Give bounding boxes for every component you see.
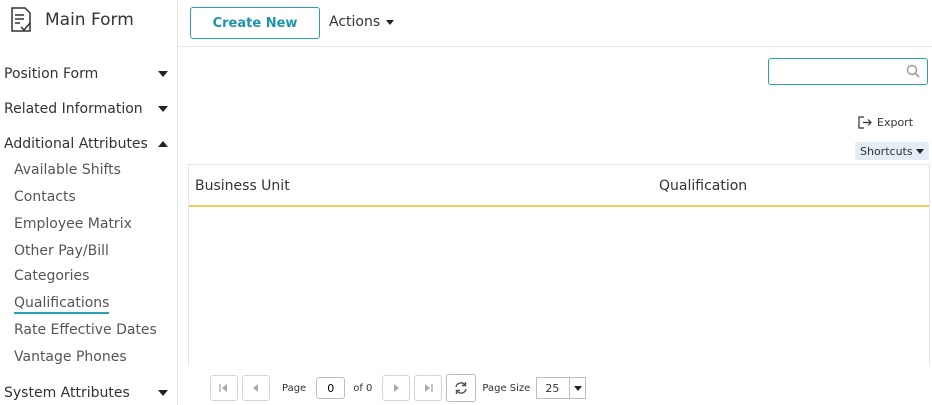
caret-down-icon (158, 390, 168, 396)
section-label: Position Form (4, 66, 99, 82)
export-icon (858, 116, 872, 129)
search-box (768, 58, 928, 85)
search-icon[interactable] (906, 64, 920, 78)
sidebar-item-categories[interactable]: Categories (14, 267, 89, 285)
pager: Page of 0 Page Size 25 (210, 374, 587, 402)
first-page-button[interactable] (210, 375, 238, 401)
sidebar-header: Main Form (10, 6, 134, 34)
form-check-icon (11, 7, 31, 32)
page-label: Page (282, 382, 307, 394)
sidebar-item-contacts[interactable]: Contacts (14, 188, 76, 206)
section-label: System Attributes (4, 385, 130, 401)
next-page-button[interactable] (382, 375, 411, 401)
sidebar-item-rate-effective-dates[interactable]: Rate Effective Dates (14, 321, 157, 339)
page-size-label: Page Size (482, 382, 531, 394)
sidebar-item-other-pay-bill[interactable]: Other Pay/Bill (14, 242, 109, 260)
page-count-label: of 0 (353, 382, 373, 394)
refresh-button[interactable] (446, 374, 477, 402)
page-size-value: 25 (545, 381, 560, 395)
section-related-information[interactable]: Related Information (4, 98, 174, 120)
last-page-button[interactable] (414, 375, 443, 401)
grid-header: Business Unit Qualification (189, 165, 929, 207)
caret-down-icon (916, 148, 924, 154)
column-header-qualification[interactable]: Qualification (659, 178, 747, 194)
caret-down-icon (158, 106, 168, 112)
shortcuts-dropdown[interactable]: Shortcuts (855, 142, 929, 160)
caret-down-icon (573, 385, 582, 391)
next-page-icon (394, 384, 400, 392)
caret-up-icon (158, 141, 168, 147)
data-grid: Business Unit Qualification (188, 164, 930, 366)
toolbar: Create New Actions (178, 0, 932, 47)
section-system-attributes[interactable]: System Attributes (4, 382, 174, 404)
sidebar-item-vantage-phones[interactable]: Vantage Phones (14, 348, 127, 366)
caret-down-icon (386, 19, 395, 25)
previous-page-button[interactable] (242, 375, 270, 401)
section-position-form[interactable]: Position Form (4, 63, 174, 85)
first-page-icon (219, 384, 227, 392)
sidebar-item-employee-matrix[interactable]: Employee Matrix (14, 215, 132, 233)
sidebar-item-available-shifts[interactable]: Available Shifts (14, 161, 121, 179)
create-new-button[interactable]: Create New (190, 7, 320, 39)
actions-menu[interactable]: Actions (329, 14, 395, 30)
search-input[interactable] (769, 59, 899, 84)
actions-label: Actions (329, 14, 381, 30)
export-label: Export (877, 116, 914, 129)
section-label: Related Information (4, 101, 143, 117)
sidebar-item-qualifications[interactable]: Qualifications (14, 294, 110, 314)
sidebar-title: Main Form (45, 10, 134, 30)
previous-page-icon (253, 384, 258, 392)
section-additional-attributes[interactable]: Additional Attributes (4, 133, 174, 155)
export-button[interactable]: Export (858, 116, 913, 129)
column-header-business-unit[interactable]: Business Unit (195, 178, 290, 194)
caret-down-icon (158, 71, 168, 77)
page-number-input[interactable] (316, 377, 346, 399)
shortcuts-label: Shortcuts (860, 144, 913, 158)
last-page-icon (425, 384, 434, 392)
page-size-select[interactable]: 25 (536, 377, 587, 399)
refresh-icon (455, 382, 468, 394)
sidebar: Main Form Position Form Related Informat… (0, 0, 178, 405)
page-size-dropdown-button[interactable] (569, 378, 585, 398)
section-label: Additional Attributes (4, 136, 148, 152)
